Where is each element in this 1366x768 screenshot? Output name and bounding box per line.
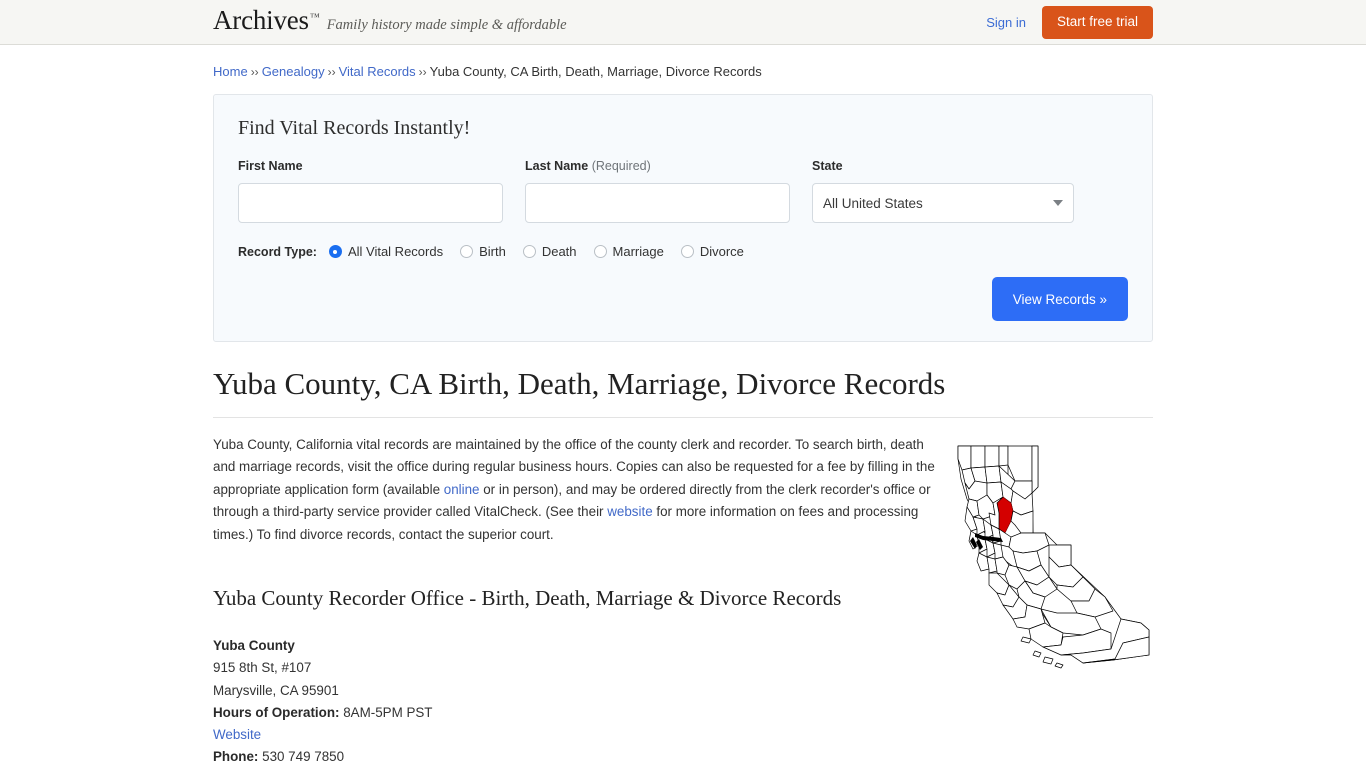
content-left-column: Yuba County, California vital records ar…	[213, 434, 943, 768]
radio-label: All Vital Records	[347, 244, 444, 259]
trademark-icon: ™	[309, 12, 320, 23]
first-name-label: First Name	[238, 159, 303, 173]
radio-indicator	[522, 245, 536, 258]
breadcrumb-item-home[interactable]: Home	[213, 64, 248, 79]
record-type-label: Record Type:	[238, 244, 317, 259]
last-name-input[interactable]	[525, 183, 790, 223]
radio-all-vital-records[interactable]: All Vital Records	[328, 244, 444, 259]
start-free-trial-button[interactable]: Start free trial	[1041, 6, 1153, 39]
radio-indicator	[460, 245, 474, 258]
first-name-input[interactable]	[238, 183, 503, 223]
page-title: Yuba County, CA Birth, Death, Marriage, …	[213, 366, 1153, 418]
office-city-state-zip: Marysville, CA 95901	[213, 682, 339, 698]
breadcrumb-separator: ››	[327, 65, 336, 79]
last-name-label: Last Name (Required)	[525, 159, 790, 173]
last-name-required-note: (Required)	[591, 159, 651, 173]
page-container: Home ›› Genealogy ›› Vital Records ›› Yuba Cou…	[213, 45, 1153, 768]
last-name-label-text: Last Name	[525, 159, 589, 173]
state-field-group: State All United States	[812, 159, 1074, 223]
office-phone-label: Phone:	[213, 749, 259, 765]
search-fields-row: First Name Last Name (Required) State Al…	[238, 159, 1128, 223]
office-website-row: Website	[213, 724, 943, 746]
state-label: State	[812, 159, 843, 173]
sign-in-link[interactable]: Sign in	[986, 15, 1026, 30]
header-actions: Sign in Start free trial	[986, 6, 1153, 39]
intro-paragraph: Yuba County, California vital records ar…	[213, 434, 943, 547]
office-hours-value: 8AM-5PM PST	[343, 704, 433, 720]
submit-row: View Records »	[238, 277, 1128, 321]
breadcrumb-separator: ››	[250, 65, 259, 79]
office-phone-value: 530 749 7850	[262, 749, 345, 765]
radio-indicator	[593, 245, 607, 258]
online-link[interactable]: online	[444, 482, 480, 497]
brand-name: Archives	[213, 5, 309, 35]
breadcrumb-item-vital-records[interactable]: Vital Records	[339, 64, 416, 79]
radio-divorce[interactable]: Divorce	[680, 244, 744, 259]
office-hours-label: Hours of Operation:	[213, 704, 340, 720]
radio-label: Divorce	[699, 244, 744, 259]
brand-tagline: Family history made simple & affordable	[326, 17, 567, 33]
record-type-row: Record Type: All Vital Records Birth Dea…	[238, 244, 1128, 259]
view-records-button[interactable]: View Records »	[991, 277, 1128, 321]
site-header: Archives ™ Family history made simple & …	[0, 0, 1366, 45]
recorder-office-heading: Yuba County Recorder Office - Birth, Dea…	[213, 586, 842, 611]
search-panel-title: Find Vital Records Instantly!	[238, 117, 471, 139]
breadcrumb-item-current: Yuba County, CA Birth, Death, Marriage, …	[429, 64, 762, 79]
office-website-link[interactable]: Website	[213, 727, 261, 742]
breadcrumb: Home ›› Genealogy ›› Vital Records ›› Yuba Cou…	[213, 45, 1153, 79]
header-inner: Archives ™ Family history made simple & …	[213, 0, 1153, 44]
vital-records-search-panel: Find Vital Records Instantly! First Name…	[213, 94, 1153, 342]
state-select[interactable]: All United States	[812, 183, 1074, 223]
radio-label: Death	[541, 244, 577, 259]
breadcrumb-separator: ››	[418, 65, 427, 79]
radio-indicator	[680, 245, 694, 258]
content-row: Yuba County, California vital records ar…	[213, 434, 1153, 768]
content-right-column	[943, 434, 1153, 768]
breadcrumb-item-genealogy[interactable]: Genealogy	[262, 64, 325, 79]
radio-birth[interactable]: Birth	[460, 244, 506, 259]
office-address-block: Yuba County 915 8th St, #107 Marysville,…	[213, 635, 943, 768]
radio-label: Marriage	[612, 244, 664, 259]
office-hours: Hours of Operation: 8AM-5PM PST	[213, 702, 943, 724]
state-select-wrap: All United States	[812, 183, 1074, 223]
radio-label: Birth	[479, 244, 506, 259]
last-name-field-group: Last Name (Required)	[525, 159, 790, 223]
first-name-field-group: First Name	[238, 159, 503, 223]
california-county-map	[953, 437, 1153, 669]
office-street: 915 8th St, #107	[213, 660, 312, 676]
radio-marriage[interactable]: Marriage	[593, 244, 664, 259]
office-phone: Phone: 530 749 7850	[213, 746, 943, 768]
radio-death[interactable]: Death	[522, 244, 577, 259]
vitalcheck-website-link[interactable]: website	[607, 504, 652, 519]
office-name: Yuba County	[213, 638, 295, 654]
brand-logo[interactable]: Archives ™ Family history made simple & …	[213, 7, 567, 34]
radio-indicator-checked	[328, 245, 342, 258]
